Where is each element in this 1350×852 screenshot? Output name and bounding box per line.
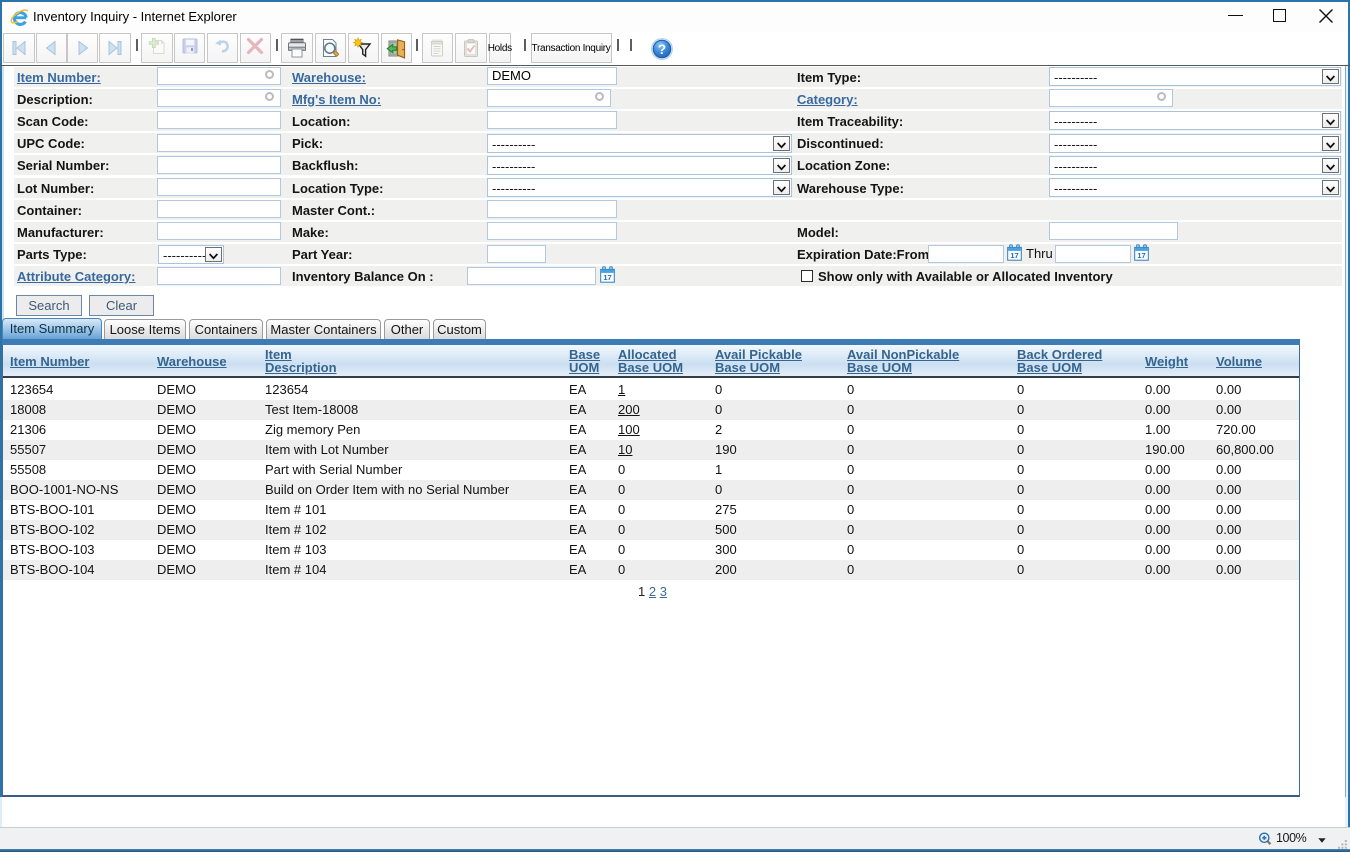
svg-text:?: ?	[658, 42, 666, 57]
svg-text:17: 17	[1010, 250, 1018, 259]
svg-text:17: 17	[1137, 250, 1145, 259]
svg-text:17: 17	[603, 273, 611, 282]
